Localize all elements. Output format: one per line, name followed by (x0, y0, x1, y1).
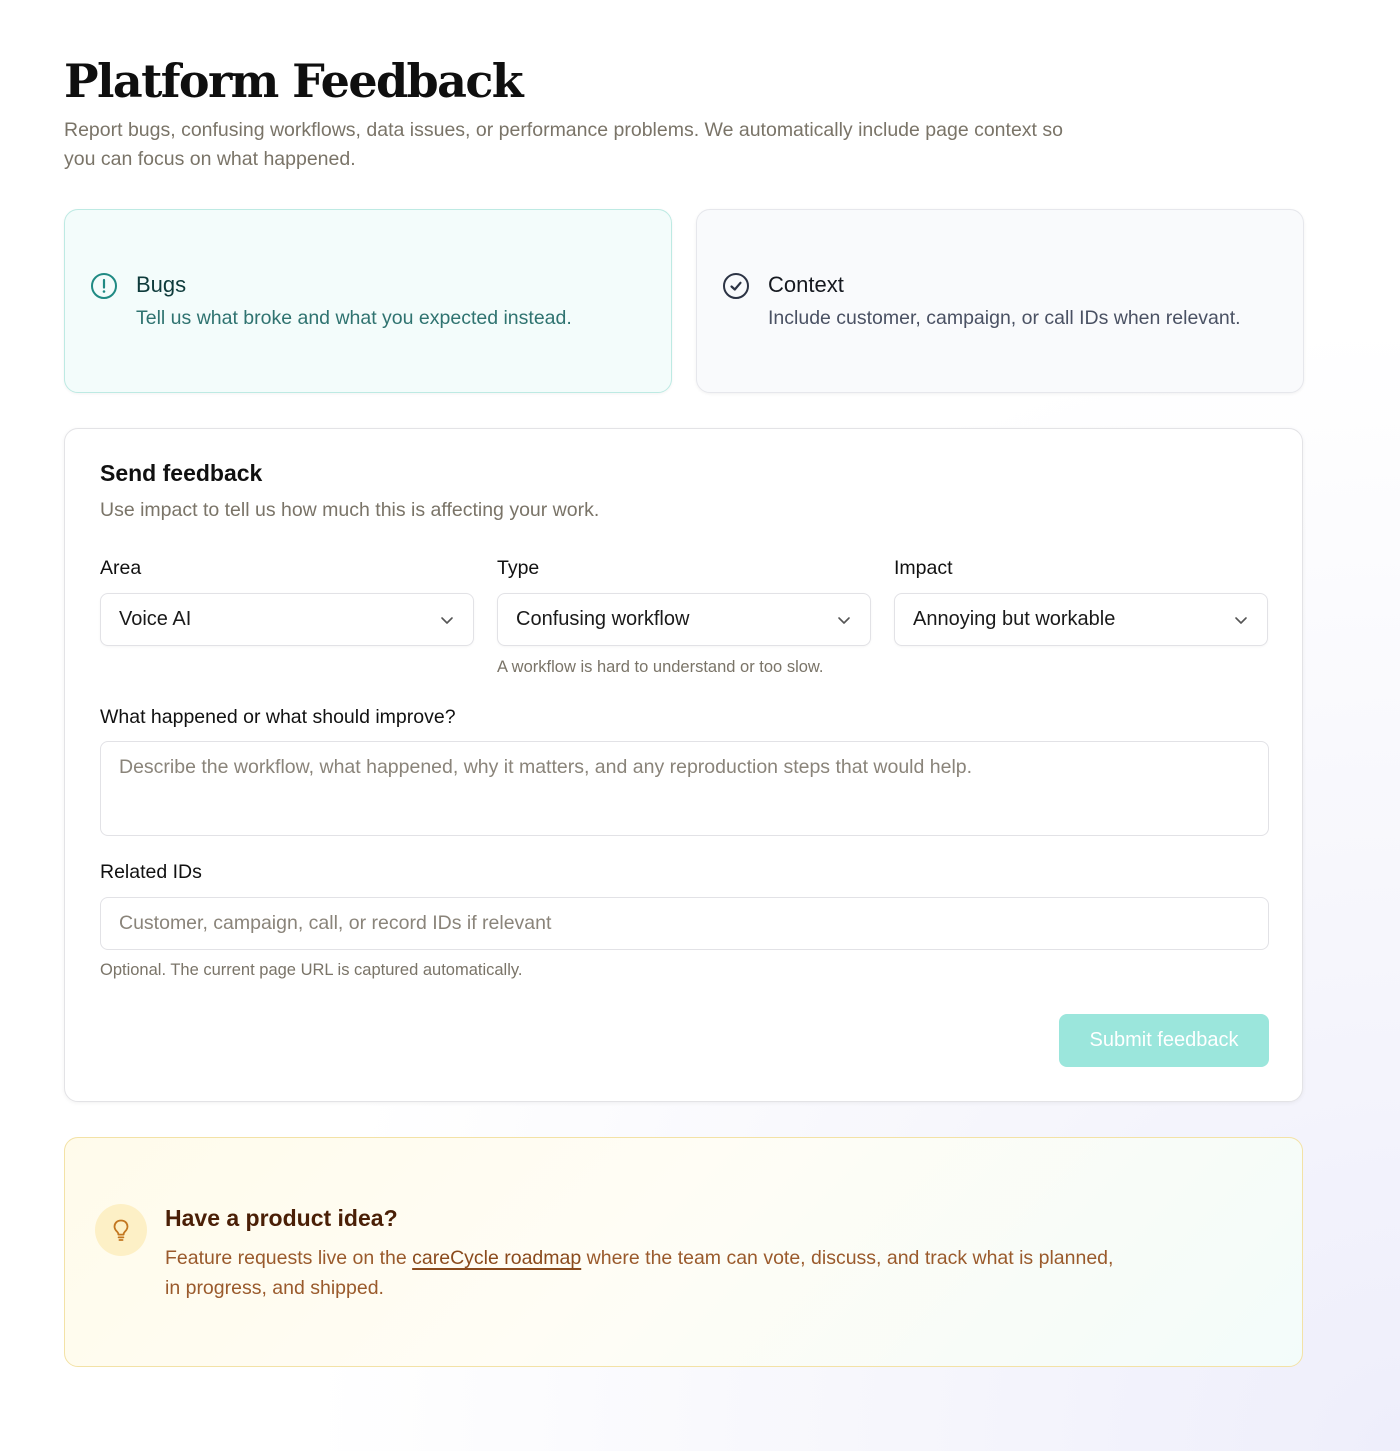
type-select[interactable]: Confusing workflow (497, 593, 871, 646)
lightbulb-icon (113, 1219, 129, 1241)
context-card: Context Include customer, campaign, or c… (696, 209, 1304, 393)
area-label: Area (100, 557, 142, 579)
check-circle-icon (723, 273, 749, 299)
related-ids-placeholder: Customer, campaign, call, or record IDs … (119, 912, 552, 934)
form-title: Send feedback (100, 460, 263, 486)
roadmap-link[interactable]: careCycle roadmap (412, 1247, 581, 1269)
type-helper-text: A workflow is hard to understand or too … (497, 658, 824, 676)
impact-label: Impact (894, 557, 953, 579)
alert-circle-icon (91, 273, 117, 299)
context-card-description: Include customer, campaign, or call IDs … (768, 307, 1241, 329)
type-label: Type (497, 557, 540, 579)
bugs-card-description: Tell us what broke and what you expected… (136, 307, 572, 329)
idea-title: Have a product idea? (165, 1205, 398, 1231)
submit-feedback-button[interactable]: Submit feedback (1059, 1014, 1269, 1067)
chevron-down-icon (441, 616, 453, 624)
impact-select-value: Annoying but workable (913, 608, 1116, 630)
related-ids-label: Related IDs (100, 861, 202, 883)
page-title: Platform Feedback (64, 54, 524, 108)
chevron-down-icon (1235, 616, 1247, 624)
lightbulb-badge (95, 1204, 147, 1256)
area-select-value: Voice AI (119, 608, 192, 630)
description-placeholder: Describe the workflow, what happened, wh… (119, 756, 973, 778)
chevron-down-icon (838, 616, 850, 624)
idea-description: Feature requests live on the careCycle r… (165, 1243, 1125, 1303)
area-select[interactable]: Voice AI (100, 593, 474, 646)
description-label: What happened or what should improve? (100, 706, 456, 728)
bugs-card: Bugs Tell us what broke and what you exp… (64, 209, 672, 393)
idea-desc-before: Feature requests live on the (165, 1247, 413, 1269)
type-select-value: Confusing workflow (516, 608, 690, 630)
form-subtitle: Use impact to tell us how much this is a… (100, 499, 600, 521)
related-ids-input[interactable]: Customer, campaign, call, or record IDs … (100, 897, 1269, 950)
product-idea-card: Have a product idea? Feature requests li… (64, 1137, 1303, 1367)
related-ids-helper: Optional. The current page URL is captur… (100, 961, 523, 979)
bugs-card-title: Bugs (136, 272, 187, 297)
impact-select[interactable]: Annoying but workable (894, 593, 1268, 646)
page-subtitle: Report bugs, confusing workflows, data i… (64, 119, 1063, 170)
description-textarea[interactable]: Describe the workflow, what happened, wh… (100, 741, 1269, 836)
feedback-form: Send feedback Use impact to tell us how … (64, 428, 1303, 1102)
context-card-title: Context (768, 272, 844, 297)
